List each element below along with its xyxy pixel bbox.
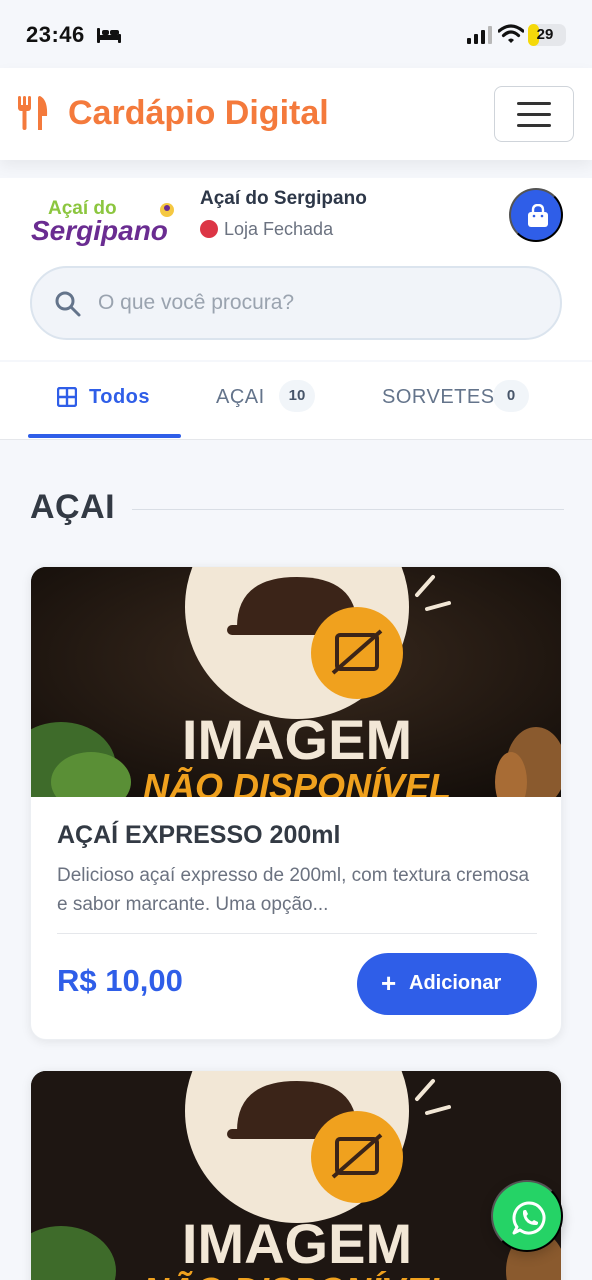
- whatsapp-button[interactable]: [491, 1180, 563, 1252]
- product-image-placeholder: IMAGEM NÃO DISPONÍVEL: [31, 567, 561, 797]
- battery-percentage: 29: [536, 26, 554, 43]
- product-image-placeholder: IMAGEM NÃO DISPONÍVEL: [31, 1071, 561, 1280]
- placeholder-text-main: IMAGEM: [182, 708, 412, 771]
- search-input[interactable]: [98, 288, 538, 318]
- menu-icon: [517, 102, 551, 105]
- product-description: Delicioso açaí expresso de 200ml, com te…: [57, 865, 530, 915]
- signal-icon: [467, 26, 492, 44]
- product-card[interactable]: IMAGEM NÃO DISPONÍVEL AÇAÍ EXPRESSO 200m…: [30, 566, 562, 1040]
- battery-icon: 29: [528, 24, 566, 46]
- status-time: 23:46: [26, 22, 85, 47]
- store-status-dot: [200, 220, 218, 238]
- tab-label: SORVETES: [382, 386, 495, 408]
- tab-label: AÇAI: [216, 386, 265, 408]
- status-bar: 23:46 29: [0, 0, 592, 68]
- whatsapp-icon: [512, 1201, 546, 1235]
- tab-count-badge: 10: [279, 380, 315, 412]
- placeholder-text-main: IMAGEM: [182, 1212, 412, 1275]
- tab-label: Todos: [89, 386, 151, 408]
- tab-sorvetes[interactable]: SORVETES 0: [382, 362, 532, 438]
- placeholder-text-sub: NÃO DISPONÍVEL: [143, 1269, 451, 1280]
- app-header: Cardápio Digital: [0, 68, 592, 160]
- store-name: Açaí do Sergipano: [200, 188, 367, 209]
- tab-todos[interactable]: Todos: [28, 362, 181, 438]
- store-logo: Açaí do Sergipano: [31, 198, 174, 246]
- plus-icon: +: [381, 968, 397, 998]
- grid-icon: [57, 387, 77, 407]
- tab-count-badge: 0: [493, 380, 529, 412]
- menu-button[interactable]: [494, 86, 574, 142]
- product-name: AÇAÍ EXPRESSO 200ml: [57, 821, 341, 849]
- placeholder-text-sub: NÃO DISPONÍVEL: [143, 765, 451, 797]
- cart-button[interactable]: [509, 188, 563, 242]
- store-info: Açaí do Sergipano Açaí do Sergipano Loja…: [0, 178, 592, 360]
- section-divider: [132, 509, 564, 510]
- product-card[interactable]: IMAGEM NÃO DISPONÍVEL: [30, 1070, 562, 1280]
- search-icon: [55, 291, 81, 317]
- logo-text-main: Sergipano: [31, 215, 168, 246]
- search-bar: [30, 266, 562, 340]
- wifi-icon: [498, 24, 524, 43]
- active-tab-indicator: [28, 434, 181, 438]
- category-tabs: Todos AÇAI 10 SORVETES 0: [0, 362, 592, 440]
- add-button-label: Adicionar: [409, 972, 502, 994]
- product-price: R$ 10,00: [57, 963, 183, 998]
- fork-knife-icon: [18, 96, 48, 130]
- card-divider: [57, 933, 537, 934]
- section-title: AÇAI: [30, 488, 116, 526]
- tab-acai[interactable]: AÇAI 10: [216, 362, 326, 438]
- bed-icon: [97, 28, 121, 43]
- app-title: Cardápio Digital: [68, 94, 329, 132]
- shopping-bag-icon: [528, 204, 548, 227]
- add-to-cart-button[interactable]: + Adicionar: [357, 953, 537, 1015]
- store-status: Loja Fechada: [224, 219, 334, 239]
